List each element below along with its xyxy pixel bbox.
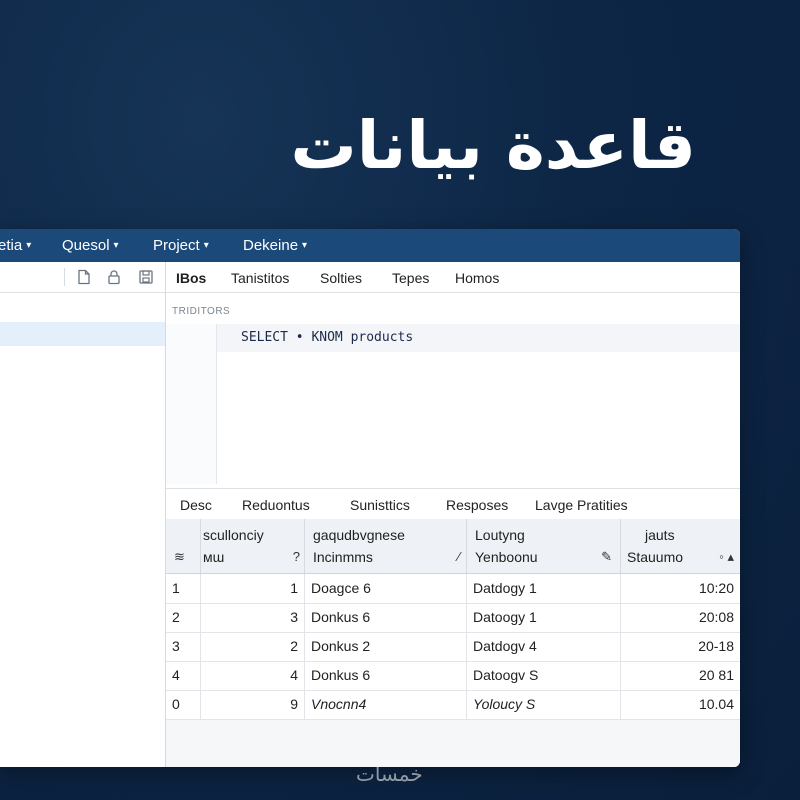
table-cell[interactable]: Donkus 6 xyxy=(304,661,466,690)
table-cell[interactable]: 20:08 xyxy=(620,603,740,632)
row-number: 4 xyxy=(172,667,180,683)
tab-homos[interactable]: Homos xyxy=(455,270,499,286)
tab-lavge-pratities[interactable]: Lavge Pratities xyxy=(535,497,628,513)
navigator-toolbar xyxy=(0,262,165,293)
table-cell[interactable]: 2 xyxy=(200,632,304,661)
header-col-3[interactable]: Loutyng Yenboonu ✎ xyxy=(466,519,620,573)
header-rownum[interactable]: ≋ xyxy=(166,519,200,573)
watermark-logo: خمسات xyxy=(356,762,423,786)
sort-icon[interactable]: ∕ xyxy=(458,549,460,564)
chevron-down-icon: ▾ xyxy=(113,240,119,251)
chevron-down-icon: ▾ xyxy=(302,240,308,251)
menu-item-dekeine[interactable]: Dekeine ▾ xyxy=(243,237,307,254)
edit-icon[interactable]: ✎ xyxy=(601,549,612,565)
header-sublabel: Yenboonu xyxy=(475,549,538,565)
tab-reduontus[interactable]: Reduontus xyxy=(242,497,310,513)
sql-editor[interactable]: SELECT • KNOM products xyxy=(216,324,740,484)
new-file-icon[interactable] xyxy=(76,269,92,285)
header-sublabel: Incinmms xyxy=(313,549,373,565)
table-cell[interactable]: 20 81 xyxy=(620,661,740,690)
chevron-down-icon: ▾ xyxy=(26,240,32,251)
toolbar-divider xyxy=(64,268,65,286)
table-cell[interactable]: Yoloucy S xyxy=(466,690,620,719)
table-cell[interactable]: 20-18 xyxy=(620,632,740,661)
row-number: 3 xyxy=(172,638,180,654)
menu-label: etia xyxy=(0,237,23,254)
table-cell[interactable]: Doagce 6 xyxy=(304,574,466,603)
sort-icon[interactable]: ◦ ▴ xyxy=(719,549,734,565)
menu-label: Project xyxy=(153,237,200,254)
menu-item-0[interactable]: etia ▾ xyxy=(0,237,31,254)
menu-label: Quesol xyxy=(62,237,110,254)
navigator-panel xyxy=(0,262,166,767)
tab-solties[interactable]: Solties xyxy=(320,270,362,286)
tab-resposes[interactable]: Resposes xyxy=(446,497,508,513)
selected-tree-row[interactable] xyxy=(0,322,165,346)
help-icon[interactable]: ? xyxy=(293,549,300,564)
filter-icon[interactable]: ≋ xyxy=(174,549,185,565)
menu-item-quesol[interactable]: Quesol ▾ xyxy=(62,237,119,254)
grid-header: ≋ scullonciy мɯ ? gaqudbvgnese Incinmms … xyxy=(166,519,740,574)
table-row[interactable]: 3 2 Donkus 2 Datdogv 4 20-18 xyxy=(166,632,740,662)
table-cell[interactable]: Donkus 2 xyxy=(304,632,466,661)
tab-sunisttics[interactable]: Sunisttics xyxy=(350,497,410,513)
header-label: jauts xyxy=(645,527,675,543)
headline: قاعدة بيانات xyxy=(290,107,696,184)
tab-desc[interactable]: Desc xyxy=(180,497,212,513)
table-cell[interactable]: 9 xyxy=(200,690,304,719)
table-cell[interactable]: 10:20 xyxy=(620,574,740,603)
menu-item-project[interactable]: Project ▾ xyxy=(153,237,209,254)
table-cell[interactable]: Vnocnn4 xyxy=(304,690,466,719)
table-row[interactable]: 0 9 Vnocnn4 Yoloucy S 10.04 xyxy=(166,690,740,720)
header-sublabel: мɯ xyxy=(203,549,225,565)
table-cell[interactable]: 10.04 xyxy=(620,690,740,719)
tab-tanistitos[interactable]: Tanistitos xyxy=(231,270,289,286)
result-tabs: Desc Reduontus Sunisttics Resposes Lavge… xyxy=(166,488,740,520)
lock-icon[interactable] xyxy=(106,269,122,285)
editor-label: TRIDITORS xyxy=(172,306,231,317)
header-label: Loutyng xyxy=(475,527,525,543)
header-sublabel: Stauumo xyxy=(627,549,684,565)
save-icon[interactable] xyxy=(138,269,154,285)
row-number: 2 xyxy=(172,609,180,625)
row-number: 1 xyxy=(172,580,180,596)
tab-ibos[interactable]: IBos xyxy=(176,270,206,286)
header-col-1[interactable]: scullonciy мɯ ? xyxy=(200,519,304,573)
table-cell[interactable]: Donkus 6 xyxy=(304,603,466,632)
table-row[interactable]: 2 3 Donkus 6 Datoogy 1 20:08 xyxy=(166,603,740,633)
table-cell[interactable]: 4 xyxy=(200,661,304,690)
header-label: gaqudbvgnese xyxy=(313,527,405,543)
table-cell[interactable]: Datdogy 1 xyxy=(466,574,620,603)
menu-bar: etia ▾ Quesol ▾ Project ▾ Dekeine ▾ xyxy=(0,229,740,262)
sql-query-line[interactable]: SELECT • KNOM products xyxy=(217,324,740,352)
grid-empty-area xyxy=(166,719,740,767)
row-number: 0 xyxy=(172,696,180,712)
tab-tepes[interactable]: Tepes xyxy=(392,270,429,286)
chevron-down-icon: ▾ xyxy=(203,240,209,251)
workspace-panel: IBos Tanistitos Solties Tepes Homos TRID… xyxy=(166,262,740,767)
menu-label: Dekeine xyxy=(243,237,299,254)
table-cell[interactable]: Datoogy 1 xyxy=(466,603,620,632)
database-app-window: etia ▾ Quesol ▾ Project ▾ Dekeine ▾ IBos Ta xyxy=(0,229,740,767)
table-cell[interactable]: Datoogv S xyxy=(466,661,620,690)
header-col-4[interactable]: jauts Stauumo ◦ ▴ xyxy=(620,519,740,573)
header-col-2[interactable]: gaqudbvgnese Incinmms ∕ xyxy=(304,519,466,573)
table-row[interactable]: 1 1 Doagce 6 Datdogy 1 10:20 xyxy=(166,574,740,604)
table-cell[interactable]: Datdogv 4 xyxy=(466,632,620,661)
table-row[interactable]: 4 4 Donkus 6 Datoogv S 20 81 xyxy=(166,661,740,691)
editor-gutter xyxy=(166,324,216,484)
workspace-tabs: IBos Tanistitos Solties Tepes Homos xyxy=(166,262,740,293)
table-cell[interactable]: 3 xyxy=(200,603,304,632)
header-label: scullonciy xyxy=(203,527,264,543)
table-cell[interactable]: 1 xyxy=(200,574,304,603)
